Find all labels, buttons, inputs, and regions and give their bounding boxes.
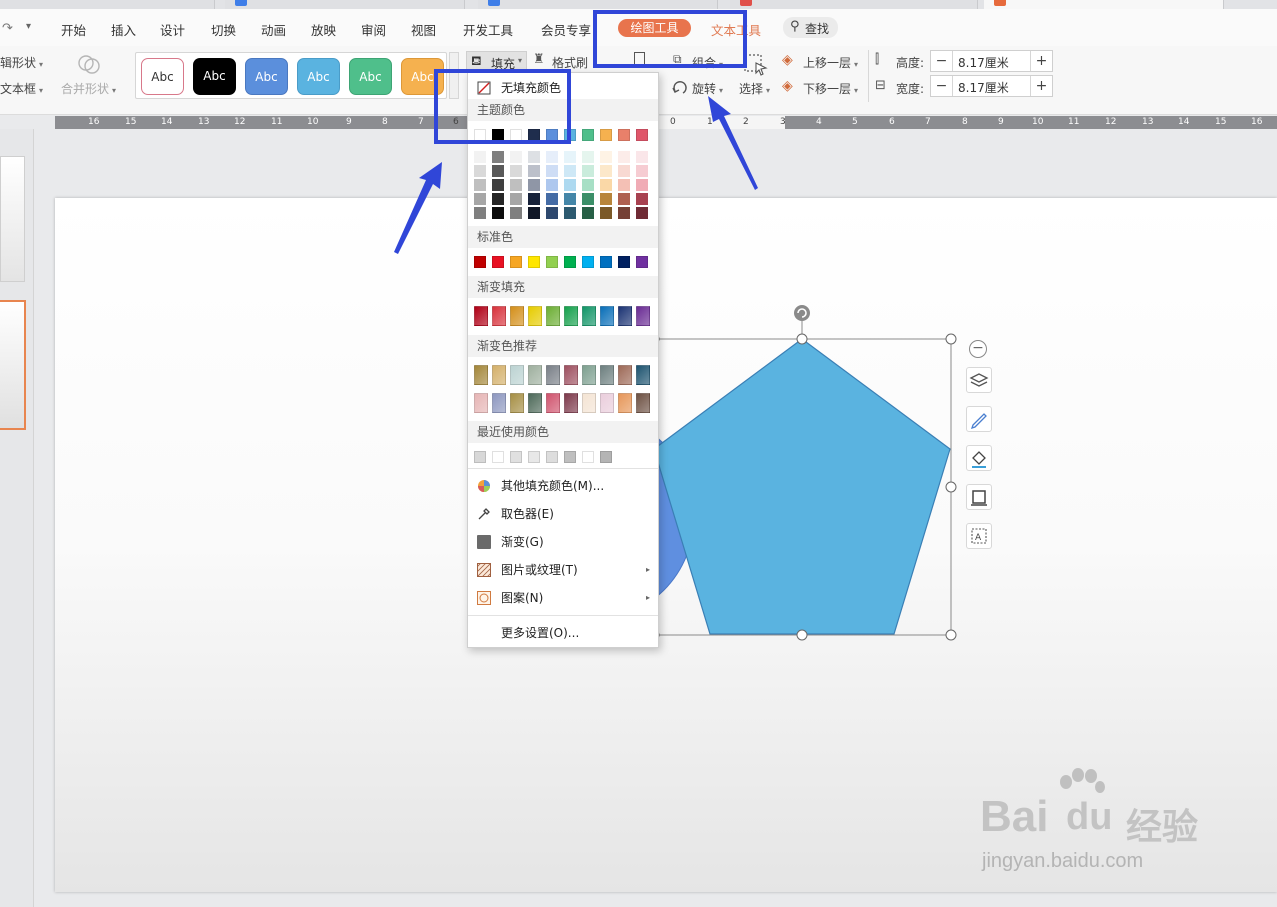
baidu-jingyan-watermark: Bai du 经验 jingyan.baidu.com xyxy=(980,768,1230,878)
watermark-jingyan: 经验 xyxy=(1126,807,1199,848)
watermark-brand-du: du xyxy=(1066,796,1113,838)
watermark-url: jingyan.baidu.com xyxy=(982,850,1144,872)
watermark-brand-bai: Bai xyxy=(980,792,1049,841)
annotation-arrow-icon xyxy=(708,96,758,190)
annotation-arrow-icon xyxy=(394,162,442,254)
